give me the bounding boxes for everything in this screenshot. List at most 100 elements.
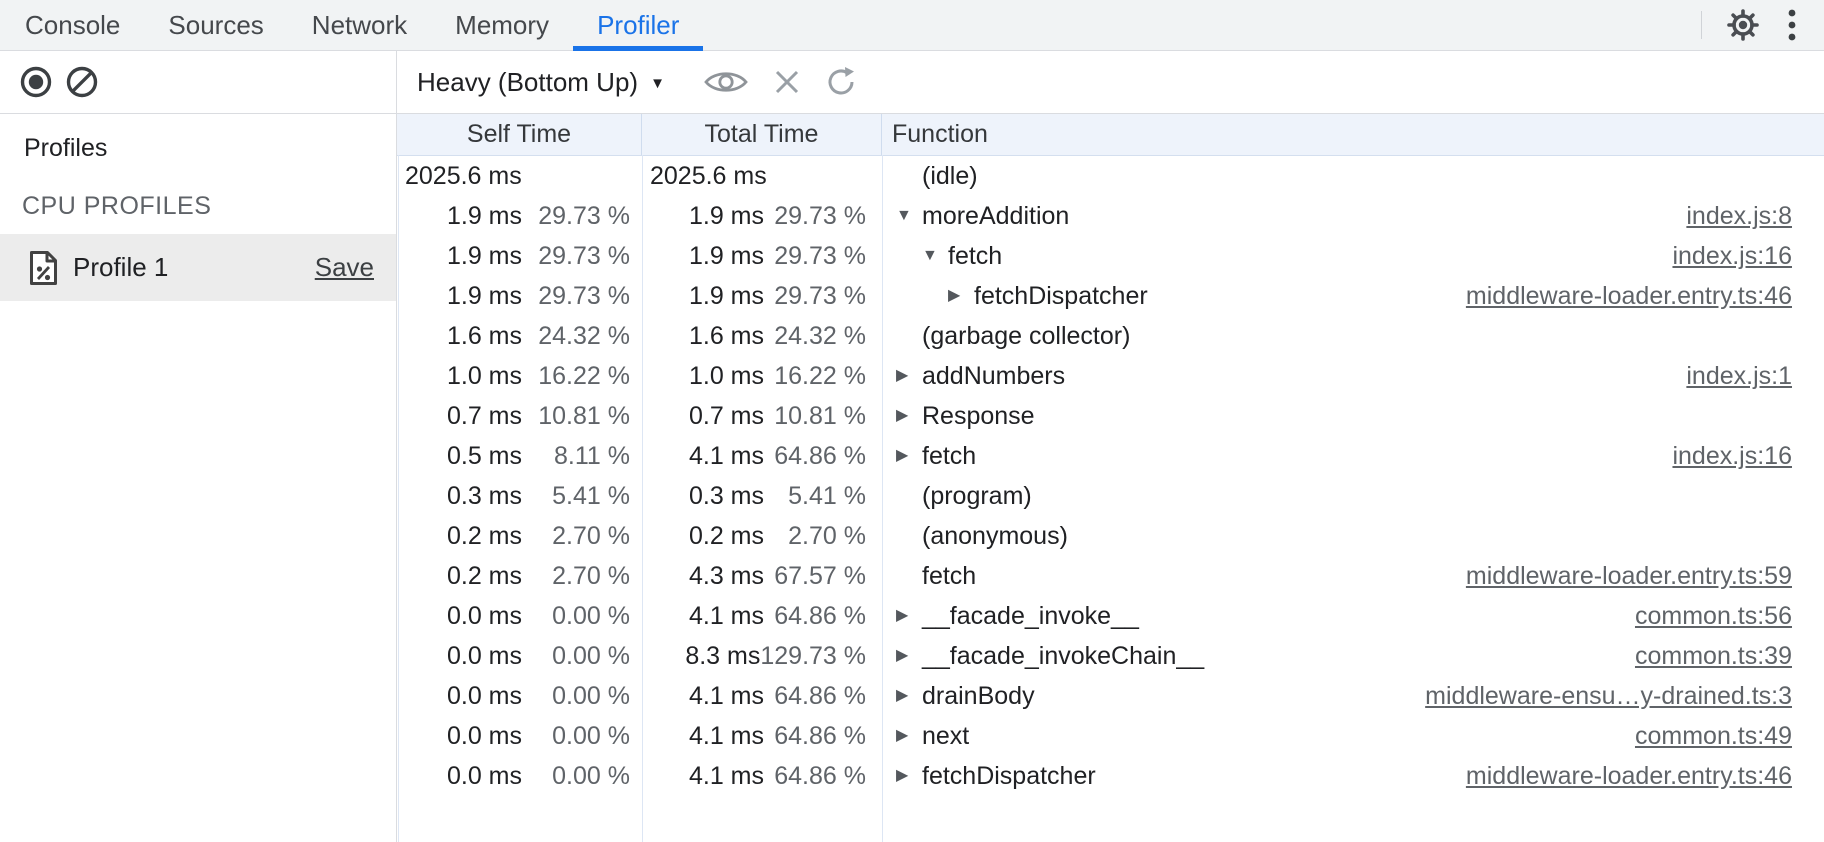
twisty-icon[interactable]: ▶	[896, 688, 922, 704]
total-time-pct: 5.41 %	[764, 482, 882, 511]
twisty-icon[interactable]: ▼	[896, 208, 922, 224]
self-time-ms: 1.9 ms	[397, 202, 522, 231]
twisty-icon[interactable]: ▶	[896, 448, 922, 464]
total-time-pct: 67.57 %	[764, 562, 882, 591]
source-link[interactable]: index.js:16	[1672, 242, 1824, 271]
source-link[interactable]: middleware-ensu…y-drained.ts:3	[1425, 682, 1824, 711]
total-time-ms: 4.1 ms	[642, 762, 764, 791]
table-row[interactable]: 0.0 ms 0.00 % 4.1 ms 64.86 % ▶ drainBody…	[397, 676, 1824, 716]
toolbar-row: Heavy (Bottom Up) ▼	[0, 51, 1824, 114]
total-time-cell: 0.3 ms 5.41 %	[642, 482, 882, 511]
grid-column-divider	[642, 155, 643, 842]
table-row[interactable]: 0.7 ms 10.81 % 0.7 ms 10.81 % ▶ Response	[397, 396, 1824, 436]
table-row[interactable]: 1.9 ms 29.73 % 1.9 ms 29.73 % ▼ fetch in…	[397, 236, 1824, 276]
function-cell: ▶ __facade_invoke__ common.ts:56	[882, 602, 1824, 631]
clear-icon[interactable]	[65, 65, 99, 99]
table-row[interactable]: 0.2 ms 2.70 % 0.2 ms 2.70 % (anonymous)	[397, 516, 1824, 556]
total-time-ms: 4.1 ms	[642, 602, 764, 631]
devtools-window: ConsoleSourcesNetworkMemoryProfiler	[0, 0, 1824, 842]
table-row[interactable]: 2025.6 ms 2025.6 ms (idle)	[397, 156, 1824, 196]
save-profile-link[interactable]: Save	[315, 252, 374, 283]
table-row[interactable]: 0.0 ms 0.00 % 4.1 ms 64.86 % ▶ fetchDisp…	[397, 756, 1824, 796]
close-icon[interactable]	[773, 68, 801, 96]
sidebar-item-profile-1[interactable]: Profile 1 Save	[0, 234, 396, 301]
tab-memory[interactable]: Memory	[431, 0, 573, 50]
profiles-heading: Profiles	[24, 134, 396, 163]
twisty-icon[interactable]: ▶	[896, 408, 922, 424]
table-row[interactable]: 1.9 ms 29.73 % 1.9 ms 29.73 % ▼ moreAddi…	[397, 196, 1824, 236]
source-link[interactable]: middleware-loader.entry.ts:46	[1466, 762, 1824, 791]
tab-sources[interactable]: Sources	[144, 0, 287, 50]
source-link[interactable]: common.ts:56	[1635, 602, 1824, 631]
source-link[interactable]: index.js:1	[1686, 362, 1824, 391]
twisty-icon[interactable]: ▶	[896, 608, 922, 624]
profile-document-percent-icon	[28, 250, 59, 286]
function-cell: ▶ fetchDispatcher middleware-loader.entr…	[882, 762, 1824, 791]
total-time-pct: 64.86 %	[764, 602, 882, 631]
twisty-icon[interactable]: ▼	[922, 248, 948, 264]
table-row[interactable]: 0.0 ms 0.00 % 4.1 ms 64.86 % ▶ next comm…	[397, 716, 1824, 756]
function-cell: ▶ next common.ts:49	[882, 722, 1824, 751]
tab-profiler[interactable]: Profiler	[573, 0, 703, 50]
self-time-pct: 24.32 %	[522, 322, 642, 351]
twisty-icon[interactable]: ▶	[896, 368, 922, 384]
view-mode-dropdown[interactable]: Heavy (Bottom Up) ▼	[417, 67, 665, 98]
refresh-icon[interactable]	[825, 66, 857, 98]
function-name: Response	[922, 402, 1035, 431]
total-time-cell: 1.9 ms 29.73 %	[642, 282, 882, 311]
total-time-cell: 2025.6 ms	[642, 162, 882, 191]
source-link[interactable]: common.ts:39	[1635, 642, 1824, 671]
self-time-ms: 0.3 ms	[397, 482, 522, 511]
self-time-ms: 2025.6 ms	[397, 162, 522, 191]
function-name: moreAddition	[922, 202, 1069, 231]
total-time-ms: 1.9 ms	[642, 282, 764, 311]
source-link[interactable]: index.js:8	[1686, 202, 1824, 231]
column-header-self-time[interactable]: Self Time	[397, 114, 642, 155]
total-time-cell: 0.7 ms 10.81 %	[642, 402, 882, 431]
table-row[interactable]: 1.9 ms 29.73 % 1.9 ms 29.73 % ▶ fetchDis…	[397, 276, 1824, 316]
tab-console[interactable]: Console	[1, 0, 144, 50]
self-time-cell: 0.2 ms 2.70 %	[397, 522, 642, 551]
column-header-total-time[interactable]: Total Time	[642, 114, 882, 155]
self-time-ms: 0.0 ms	[397, 642, 522, 671]
self-time-cell: 1.6 ms 24.32 %	[397, 322, 642, 351]
function-cell: (program)	[882, 482, 1824, 511]
source-link[interactable]: index.js:16	[1672, 442, 1824, 471]
function-cell: ▼ fetch index.js:16	[882, 242, 1824, 271]
function-name: addNumbers	[922, 362, 1065, 391]
twisty-icon[interactable]: ▶	[896, 768, 922, 784]
source-link[interactable]: common.ts:49	[1635, 722, 1824, 751]
grid-body: 2025.6 ms 2025.6 ms (idle) 1.9 ms 29.73 …	[397, 156, 1824, 796]
total-time-pct: 64.86 %	[764, 722, 882, 751]
table-row[interactable]: 0.2 ms 2.70 % 4.3 ms 67.57 % fetch middl…	[397, 556, 1824, 596]
kebab-menu-icon[interactable]	[1770, 0, 1814, 50]
self-time-ms: 1.0 ms	[397, 362, 522, 391]
table-row[interactable]: 1.6 ms 24.32 % 1.6 ms 24.32 % (garbage c…	[397, 316, 1824, 356]
settings-gear-icon[interactable]	[1716, 0, 1770, 50]
table-row[interactable]: 0.0 ms 0.00 % 4.1 ms 64.86 % ▶ __facade_…	[397, 596, 1824, 636]
record-icon[interactable]	[19, 65, 53, 99]
table-row[interactable]: 0.5 ms 8.11 % 4.1 ms 64.86 % ▶ fetch ind…	[397, 436, 1824, 476]
twisty-icon[interactable]: ▶	[896, 648, 922, 664]
column-header-function[interactable]: Function	[882, 114, 1824, 155]
function-name: (idle)	[922, 162, 978, 191]
table-row[interactable]: 0.0 ms 0.00 % 8.3 ms 129.73 % ▶ __facade…	[397, 636, 1824, 676]
total-time-cell: 4.1 ms 64.86 %	[642, 602, 882, 631]
self-time-ms: 1.9 ms	[397, 282, 522, 311]
table-row[interactable]: 1.0 ms 16.22 % 1.0 ms 16.22 % ▶ addNumbe…	[397, 356, 1824, 396]
source-link[interactable]: middleware-loader.entry.ts:59	[1466, 562, 1824, 591]
total-time-ms: 4.1 ms	[642, 682, 764, 711]
self-time-cell: 1.9 ms 29.73 %	[397, 202, 642, 231]
self-time-cell: 2025.6 ms	[397, 162, 642, 191]
self-time-cell: 1.9 ms 29.73 %	[397, 242, 642, 271]
tab-network[interactable]: Network	[288, 0, 431, 50]
function-cell: fetch middleware-loader.entry.ts:59	[882, 562, 1824, 591]
total-time-pct: 16.22 %	[764, 362, 882, 391]
eye-icon[interactable]	[703, 66, 749, 98]
table-row[interactable]: 0.3 ms 5.41 % 0.3 ms 5.41 % (program)	[397, 476, 1824, 516]
twisty-icon[interactable]: ▶	[896, 728, 922, 744]
source-link[interactable]: middleware-loader.entry.ts:46	[1466, 282, 1824, 311]
self-time-pct: 8.11 %	[522, 442, 642, 471]
function-cell: (idle)	[882, 162, 1824, 191]
twisty-icon[interactable]: ▶	[948, 288, 974, 304]
